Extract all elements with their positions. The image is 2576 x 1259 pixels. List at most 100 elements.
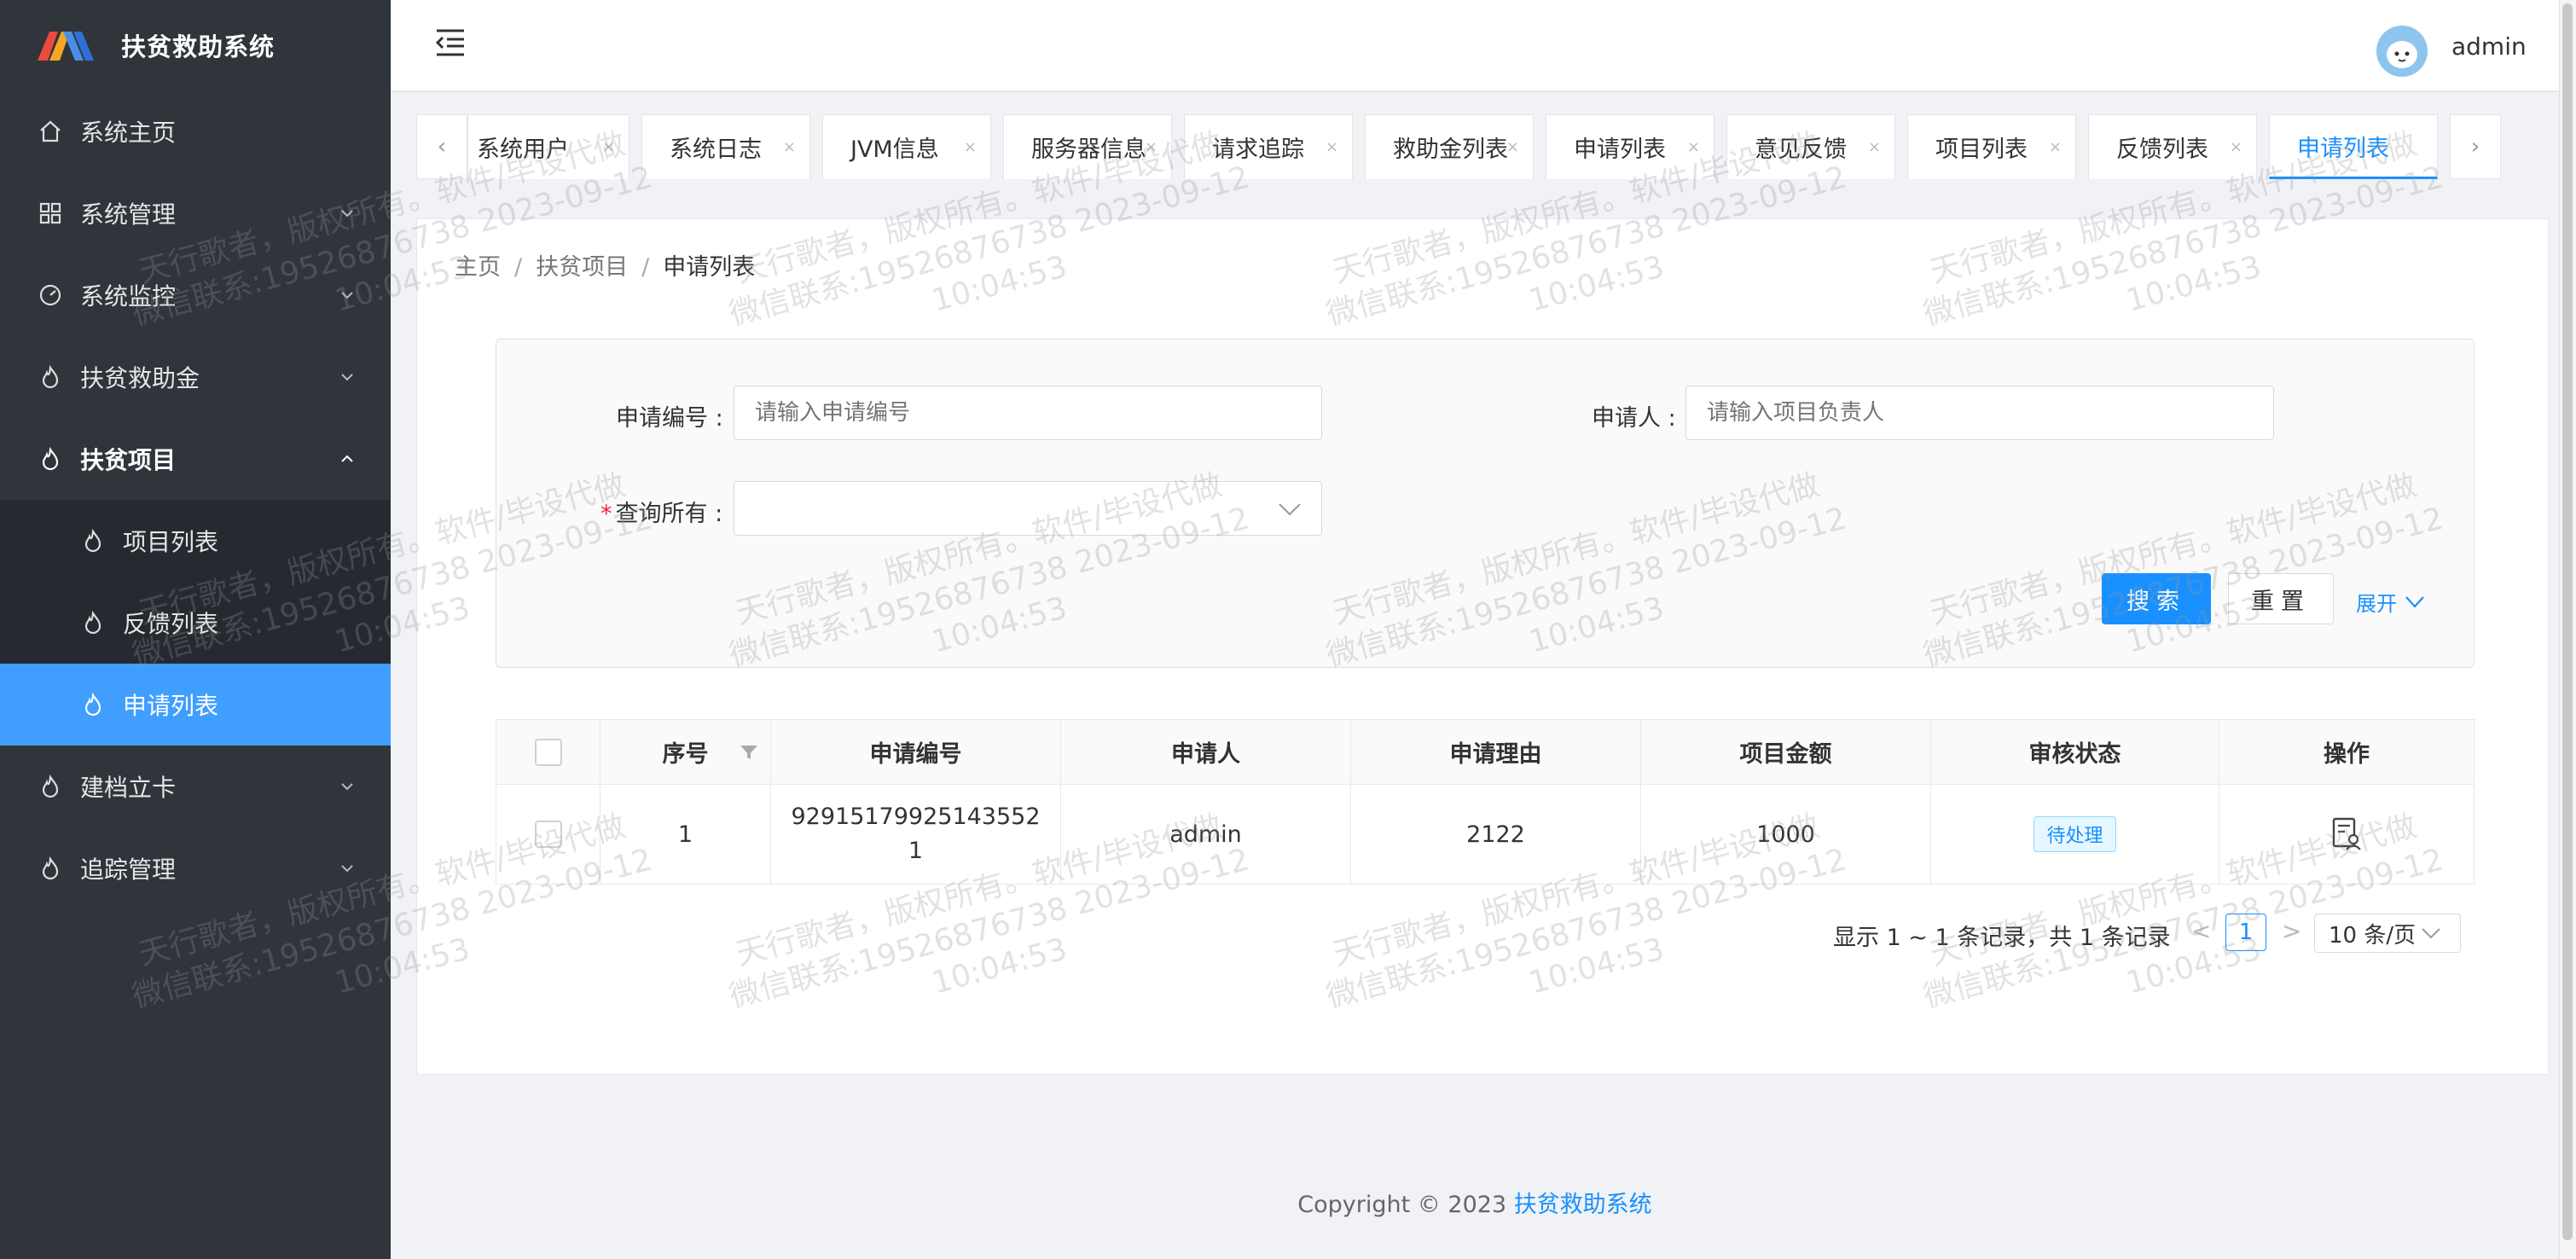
breadcrumb-home[interactable]: 主页	[455, 254, 501, 281]
header-index: 序号	[600, 720, 771, 784]
breadcrumb-current: 申请列表	[663, 254, 756, 281]
applicant-label: 申请人 :	[1592, 405, 1676, 432]
applicant-input[interactable]	[1685, 386, 2274, 440]
tab-server-info[interactable]: 服务器信息 ×	[1003, 114, 1172, 179]
flame-icon	[80, 528, 106, 554]
chevron-down-icon	[341, 374, 353, 381]
tab-label: 系统日志	[670, 136, 762, 163]
header-label: 序号	[662, 741, 709, 768]
required-mark: *	[600, 501, 612, 527]
logo-row[interactable]: 扶贫救助系统	[0, 0, 391, 90]
scrollbar-thumb[interactable]	[2562, 3, 2573, 1240]
search-button[interactable]: 搜索	[2102, 573, 2211, 624]
filter-icon[interactable]	[740, 744, 758, 761]
sidebar-item-label: 系统监控	[80, 282, 177, 310]
sidebar-item-home[interactable]: 系统主页	[0, 90, 391, 172]
tab-project-list[interactable]: 项目列表 ×	[1907, 114, 2076, 179]
tab-system-logs[interactable]: 系统日志 ×	[641, 114, 810, 179]
audit-document-icon[interactable]	[2330, 817, 2363, 851]
user-name[interactable]: admin	[2451, 32, 2527, 61]
tab-request-trace[interactable]: 请求追踪 ×	[1184, 114, 1353, 179]
menu-fold-icon[interactable]	[433, 27, 467, 58]
apply-no-line: 92915179925143552	[791, 804, 1041, 830]
header-amount: 项目金额	[1641, 720, 1931, 784]
row-checkbox[interactable]	[534, 821, 562, 848]
sidebar-item-label: 项目列表	[123, 528, 219, 556]
page-size-select[interactable]: 10 条/页	[2314, 914, 2461, 953]
sidebar-item-label: 追踪管理	[80, 856, 177, 884]
close-icon[interactable]: ×	[1326, 138, 1338, 156]
tab-jvm-info[interactable]: JVM信息 ×	[822, 114, 991, 179]
close-icon[interactable]: ×	[602, 138, 615, 156]
sidebar-subitem-feedback-list[interactable]: 反馈列表	[0, 582, 391, 664]
flame-icon	[38, 856, 63, 881]
tab-application-list-active[interactable]: 申请列表	[2269, 114, 2438, 179]
top-header: admin	[391, 0, 2559, 92]
header-reason: 申请理由	[1351, 720, 1641, 784]
close-icon[interactable]: ×	[2049, 138, 2062, 156]
cell-applicant: admin	[1061, 785, 1351, 884]
tab-feedback-opinions[interactable]: 意见反馈 ×	[1726, 114, 1895, 179]
pagination-page-1[interactable]: 1	[2225, 914, 2266, 951]
sidebar-item-label: 反馈列表	[123, 610, 219, 638]
header-applicant: 申请人	[1061, 720, 1351, 784]
sidebar: 扶贫救助系统 系统主页 系统管理 系统监控 扶贫救助金 扶贫项目 项目列表 反馈…	[0, 0, 391, 1259]
sidebar-item-poverty-projects[interactable]: 扶贫项目	[0, 418, 391, 500]
sidebar-subitem-project-list[interactable]: 项目列表	[0, 500, 391, 582]
breadcrumb-projects[interactable]: 扶贫项目	[536, 254, 628, 281]
tab-label: 请求追踪	[1212, 136, 1304, 163]
tabs-scroll-right-button[interactable]: ›	[2450, 114, 2501, 179]
expand-toggle[interactable]: 展开	[2356, 587, 2426, 617]
close-icon[interactable]: ×	[964, 138, 977, 156]
sidebar-item-archive-card[interactable]: 建档立卡	[0, 746, 391, 827]
header-status: 审核状态	[1931, 720, 2219, 784]
close-icon[interactable]: ×	[1506, 138, 1519, 156]
footer: Copyright © 2023 扶贫救助系统	[391, 1186, 2559, 1219]
chevron-down-icon	[341, 865, 353, 873]
close-icon[interactable]: ×	[1145, 138, 1157, 156]
sidebar-item-label: 系统管理	[80, 200, 177, 229]
submenu-poverty-projects: 项目列表 反馈列表 申请列表	[0, 500, 391, 746]
pagination-next-button[interactable]: >	[2282, 917, 2301, 945]
close-icon[interactable]: ×	[783, 138, 796, 156]
tab-label: 意见反馈	[1755, 136, 1847, 163]
flame-icon	[80, 610, 106, 635]
page-scrollbar[interactable]	[2559, 0, 2576, 1259]
header-label: 审核状态	[2028, 741, 2121, 768]
footer-brand-link[interactable]: 扶贫救助系统	[1514, 1192, 1652, 1218]
tab-feedback-list[interactable]: 反馈列表 ×	[2088, 114, 2257, 179]
cell-amount: 1000	[1641, 785, 1931, 884]
tab-application-list-1[interactable]: 申请列表 ×	[1546, 114, 1714, 179]
sidebar-item-relief-fund[interactable]: 扶贫救助金	[0, 336, 391, 418]
select-all-checkbox[interactable]	[534, 738, 562, 766]
avatar[interactable]	[2376, 26, 2428, 77]
sidebar-subitem-application-list[interactable]: 申请列表	[0, 664, 391, 746]
sidebar-item-label: 系统主页	[80, 119, 177, 147]
tab-relief-fund-list[interactable]: 救助金列表 ×	[1365, 114, 1534, 179]
tab-system-users[interactable]: 系统用户 ×	[467, 114, 629, 179]
applications-table: 序号 申请编号 申请人 申请理由 项目金额 审核状态 操作 1 92915179…	[496, 719, 2474, 885]
tab-label: 服务器信息	[1031, 136, 1146, 163]
sidebar-item-tracking[interactable]: 追踪管理	[0, 827, 391, 909]
close-icon[interactable]: ×	[1687, 138, 1700, 156]
close-icon[interactable]: ×	[2230, 138, 2242, 156]
chevron-down-icon	[1279, 503, 1301, 516]
chevron-down-icon	[341, 292, 353, 299]
reset-button[interactable]: 重置	[2228, 573, 2334, 624]
home-icon	[38, 119, 63, 144]
table-row: 1 92915179925143552 1 admin 2122 1000 待处…	[496, 785, 2474, 884]
query-all-select[interactable]	[734, 481, 1322, 536]
apply-no-input[interactable]	[734, 386, 1322, 440]
tab-label: 系统用户	[477, 136, 569, 163]
pagination-prev-button[interactable]: <	[2191, 917, 2211, 945]
flame-icon	[38, 364, 63, 390]
copyright-text: Copyright © 2023	[1297, 1192, 1514, 1218]
close-icon[interactable]: ×	[1868, 138, 1881, 156]
breadcrumb: 主页 / 扶贫项目 / 申请列表	[455, 248, 755, 281]
tabs-scroll-left-button[interactable]: ‹	[416, 114, 467, 179]
sidebar-item-system-management[interactable]: 系统管理	[0, 172, 391, 254]
status-badge: 待处理	[2034, 816, 2116, 852]
apply-no-line: 1	[908, 838, 924, 864]
expand-label: 展开	[2356, 592, 2397, 616]
sidebar-item-system-monitor[interactable]: 系统监控	[0, 254, 391, 336]
